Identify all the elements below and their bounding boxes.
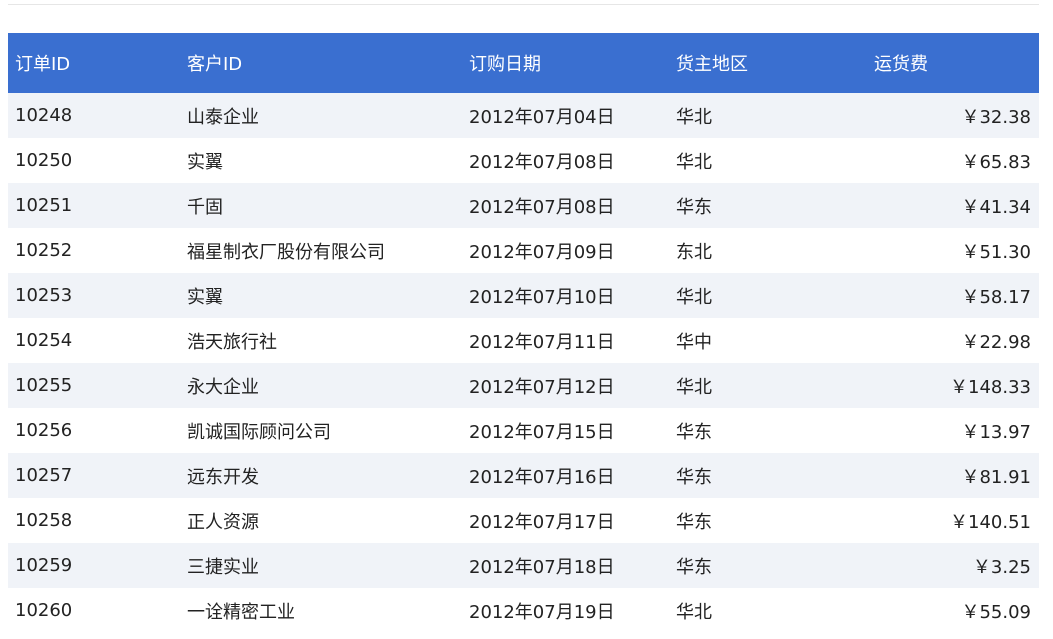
table-row[interactable]: 10257 远东开发 2012年07月16日 华东 ￥81.91: [8, 453, 1039, 498]
cell-freight: ￥55.09: [961, 601, 1031, 623]
table-row[interactable]: 10258 正人资源 2012年07月17日 华东 ￥140.51: [8, 498, 1039, 543]
cell-order-id: 10248: [15, 105, 73, 126]
cell-order-id: 10251: [15, 195, 73, 216]
cell-order-id: 10259: [15, 555, 73, 576]
cell-order-id: 10250: [15, 150, 73, 171]
cell-freight: ￥3.25: [972, 556, 1031, 578]
cell-order-id: 10256: [15, 420, 73, 441]
cell-order-date: 2012年07月08日: [469, 151, 615, 173]
cell-customer: 凯诚国际顾问公司: [187, 421, 331, 443]
table-row[interactable]: 10251 千固 2012年07月08日 华东 ￥41.34: [8, 183, 1039, 228]
cell-freight: ￥41.34: [961, 196, 1031, 218]
cell-customer: 一诠精密工业: [187, 601, 295, 623]
cell-freight: ￥81.91: [961, 466, 1031, 488]
cell-freight: ￥148.33: [950, 376, 1031, 398]
header-customer-id[interactable]: 客户ID: [180, 50, 462, 76]
cell-freight: ￥140.51: [950, 511, 1031, 533]
cell-region: 华东: [676, 466, 712, 488]
table-row[interactable]: 10248 山泰企业 2012年07月04日 华北 ￥32.38: [8, 93, 1039, 138]
cell-freight: ￥13.97: [961, 421, 1031, 443]
header-order-date[interactable]: 订购日期: [462, 50, 669, 76]
cell-order-date: 2012年07月15日: [469, 421, 615, 443]
header-order-id[interactable]: 订单ID: [8, 50, 180, 76]
top-divider: [8, 4, 1039, 5]
cell-customer: 千固: [187, 196, 223, 218]
table-header: 订单ID 客户ID 订购日期 货主地区 运货费: [8, 33, 1039, 93]
table-row[interactable]: 10259 三捷实业 2012年07月18日 华东 ￥3.25: [8, 543, 1039, 588]
header-freight[interactable]: 运货费: [867, 50, 1039, 76]
cell-order-date: 2012年07月19日: [469, 601, 615, 623]
cell-order-id: 10252: [15, 240, 73, 261]
cell-freight: ￥51.30: [961, 241, 1031, 263]
table-row[interactable]: 10256 凯诚国际顾问公司 2012年07月15日 华东 ￥13.97: [8, 408, 1039, 453]
cell-region: 东北: [676, 241, 712, 263]
table-row[interactable]: 10260 一诠精密工业 2012年07月19日 华北 ￥55.09: [8, 588, 1039, 633]
cell-freight: ￥22.98: [961, 331, 1031, 353]
cell-region: 华北: [676, 106, 712, 128]
cell-region: 华北: [676, 601, 712, 623]
cell-freight: ￥65.83: [961, 151, 1031, 173]
cell-order-date: 2012年07月17日: [469, 511, 615, 533]
cell-freight: ￥58.17: [961, 286, 1031, 308]
cell-freight: ￥32.38: [961, 106, 1031, 128]
orders-table: 订单ID 客户ID 订购日期 货主地区 运货费 10248 山泰企业 2012年…: [8, 33, 1039, 633]
cell-region: 华北: [676, 376, 712, 398]
cell-customer: 福星制衣厂股份有限公司: [187, 241, 385, 263]
table-row[interactable]: 10250 实翼 2012年07月08日 华北 ￥65.83: [8, 138, 1039, 183]
table-row[interactable]: 10252 福星制衣厂股份有限公司 2012年07月09日 东北 ￥51.30: [8, 228, 1039, 273]
cell-order-date: 2012年07月09日: [469, 241, 615, 263]
cell-region: 华东: [676, 556, 712, 578]
cell-customer: 浩天旅行社: [187, 331, 277, 353]
cell-region: 华中: [676, 331, 712, 353]
cell-customer: 永大企业: [187, 376, 259, 398]
cell-customer: 三捷实业: [187, 556, 259, 578]
cell-customer: 山泰企业: [187, 106, 259, 128]
header-ship-region[interactable]: 货主地区: [669, 50, 867, 76]
cell-customer: 远东开发: [187, 466, 259, 488]
table-row[interactable]: 10253 实翼 2012年07月10日 华北 ￥58.17: [8, 273, 1039, 318]
cell-order-date: 2012年07月04日: [469, 106, 615, 128]
cell-customer: 实翼: [187, 151, 223, 173]
cell-order-date: 2012年07月10日: [469, 286, 615, 308]
cell-order-id: 10257: [15, 465, 73, 486]
cell-region: 华北: [676, 286, 712, 308]
cell-order-id: 10260: [15, 600, 73, 621]
cell-customer: 实翼: [187, 286, 223, 308]
cell-order-date: 2012年07月18日: [469, 556, 615, 578]
cell-order-id: 10255: [15, 375, 73, 396]
cell-order-id: 10258: [15, 510, 73, 531]
cell-order-date: 2012年07月11日: [469, 331, 615, 353]
cell-order-date: 2012年07月08日: [469, 196, 615, 218]
cell-order-date: 2012年07月12日: [469, 376, 615, 398]
cell-order-id: 10253: [15, 285, 73, 306]
table-row[interactable]: 10255 永大企业 2012年07月12日 华北 ￥148.33: [8, 363, 1039, 408]
cell-order-date: 2012年07月16日: [469, 466, 615, 488]
cell-region: 华东: [676, 421, 712, 443]
cell-order-id: 10254: [15, 330, 73, 351]
cell-customer: 正人资源: [187, 511, 259, 533]
table-body: 10248 山泰企业 2012年07月04日 华北 ￥32.38 10250 实…: [8, 93, 1039, 633]
cell-region: 华北: [676, 151, 712, 173]
table-row[interactable]: 10254 浩天旅行社 2012年07月11日 华中 ￥22.98: [8, 318, 1039, 363]
cell-region: 华东: [676, 196, 712, 218]
cell-region: 华东: [676, 511, 712, 533]
